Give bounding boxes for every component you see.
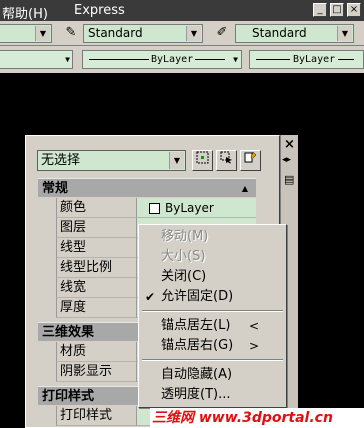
select-objects-icon — [220, 151, 232, 164]
property-label: 线宽 — [56, 278, 136, 298]
selection-combo[interactable]: 无选择 ▼ — [37, 150, 186, 171]
category-title: 常规 — [42, 181, 69, 196]
property-label: 打印样式 — [56, 406, 136, 426]
restore-button[interactable]: □ — [330, 3, 344, 17]
chevron-down-icon: ▼ — [65, 55, 70, 64]
line-sample — [256, 59, 290, 60]
minimize-button[interactable]: _ — [313, 3, 327, 17]
menu-item-allow-docking[interactable]: ✔ 允许固定(D) — [139, 287, 286, 307]
close-button[interactable]: × — [347, 3, 361, 17]
lineweight-combo[interactable]: ByLayer — [249, 50, 364, 69]
palette-context-menu: 移动(M) 大小(S) 关闭(C) ✔ 允许固定(D) 锚点居左(L) < 锚点… — [138, 224, 287, 408]
pickadd-toggle-button[interactable] — [192, 150, 213, 171]
text-style-value: Standard — [88, 26, 143, 40]
color-combo[interactable]: ▼ — [0, 50, 73, 69]
site-watermark: 三维网 www.3dportal.cn — [150, 408, 364, 428]
linetype-value: ByLayer — [151, 54, 194, 65]
properties-toolbar: ▼ ByLayer ▼ ByLayer — [0, 46, 364, 73]
submenu-arrow-icon: > — [249, 339, 260, 353]
dim-style-icon[interactable]: ✐ — [212, 23, 232, 43]
linetype-combo[interactable]: ByLayer ▼ — [82, 50, 242, 69]
menu-express[interactable]: Express — [74, 3, 125, 18]
dim-style-value: Standard — [252, 26, 307, 40]
quick-select-icon — [244, 151, 257, 163]
menu-item-close[interactable]: 关闭(C) — [139, 267, 286, 287]
line-sample — [89, 59, 149, 60]
properties-menu-icon[interactable]: ▤ — [284, 173, 294, 186]
property-row-color[interactable]: 颜色 ByLayer — [38, 198, 256, 218]
menu-item-move: 移动(M) — [161, 229, 209, 244]
menu-item-anchor-right[interactable]: 锚点居右(G) > — [139, 336, 286, 356]
collapse-icon[interactable]: ▲ — [242, 179, 248, 198]
menu-item-label: 允许固定(D) — [161, 289, 234, 304]
menu-separator — [142, 310, 283, 312]
selection-value: 无选择 — [41, 153, 81, 168]
lineweight-value: ByLayer — [293, 54, 336, 65]
category-title: 三维效果 — [42, 325, 95, 340]
chevron-down-icon: ▼ — [169, 152, 184, 169]
pickadd-icon — [196, 151, 209, 164]
previous-combo[interactable]: ▼ — [0, 24, 52, 43]
checkmark-icon: ✔ — [145, 290, 156, 304]
menu-item-size: 大小(S) — [161, 249, 206, 264]
close-icon[interactable]: × — [284, 137, 295, 152]
styles-toolbar: ▼ ✎ Standard ▼ ✐ Standard ▼ — [0, 21, 364, 46]
menu-item-label: 锚点居右(G) — [161, 338, 234, 353]
menu-item-transparency[interactable]: 透明度(T)... — [139, 385, 286, 405]
line-sample — [338, 59, 354, 60]
color-value: ByLayer — [165, 201, 214, 215]
text-style-icon[interactable]: ✎ — [61, 23, 81, 43]
color-swatch — [149, 203, 160, 214]
menu-help[interactable]: 帮助(H) — [2, 3, 48, 22]
chevron-down-icon: ▼ — [337, 26, 352, 41]
property-label: 阴影显示 — [56, 362, 136, 382]
menu-separator — [142, 359, 283, 361]
text-style-combo[interactable]: Standard ▼ — [83, 24, 203, 43]
chevron-down-icon: ▼ — [35, 26, 50, 41]
chevron-down-icon: ▼ — [233, 55, 238, 64]
property-label: 材质 — [56, 342, 136, 362]
submenu-arrow-icon: < — [249, 319, 260, 333]
property-label: 颜色 — [56, 198, 136, 218]
chevron-down-icon: ▼ — [186, 26, 201, 41]
menu-item-auto-hide[interactable]: 自动隐藏(A) — [139, 365, 286, 385]
property-label: 线型 — [56, 238, 136, 258]
quick-select-button[interactable] — [240, 150, 261, 171]
property-label: 图层 — [56, 218, 136, 238]
category-title: 打印样式 — [42, 389, 95, 404]
property-value[interactable]: ByLayer — [136, 198, 256, 218]
select-objects-button[interactable] — [216, 150, 237, 171]
property-label: 厚度 — [56, 298, 136, 318]
menu-item-anchor-left[interactable]: 锚点居左(L) < — [139, 316, 286, 336]
menu-item-label: 锚点居左(L) — [161, 318, 231, 333]
line-sample — [195, 59, 225, 60]
category-general[interactable]: 常规 ▲ — [38, 178, 256, 197]
dim-style-combo[interactable]: Standard ▼ — [235, 24, 354, 43]
auto-hide-icon[interactable]: ◂▸ — [282, 155, 291, 165]
menu-bar: 帮助(H) Express _ □ × — [0, 0, 364, 22]
property-label: 线型比例 — [56, 258, 136, 278]
